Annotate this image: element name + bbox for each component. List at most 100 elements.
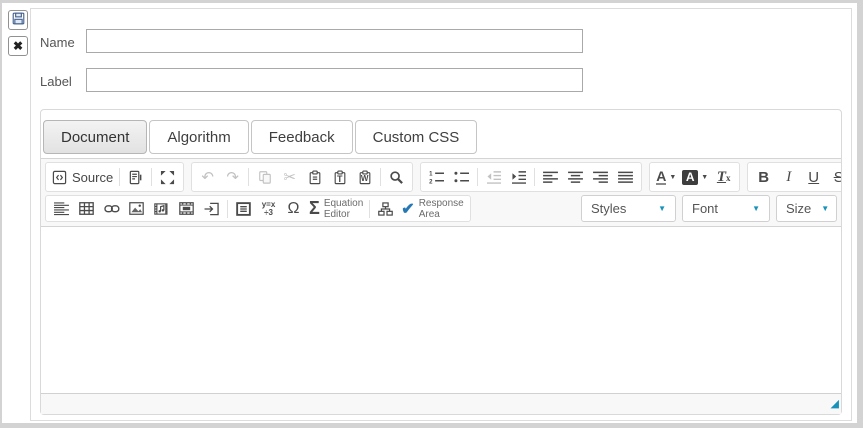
decrease-indent-icon bbox=[486, 170, 502, 184]
omega-icon: Ω bbox=[288, 200, 300, 218]
tab-bar: Document Algorithm Feedback Custom CSS bbox=[41, 110, 841, 158]
maximize-icon bbox=[160, 170, 175, 185]
label-input[interactable] bbox=[86, 68, 583, 92]
justify-button[interactable] bbox=[613, 165, 638, 189]
align-center-button[interactable] bbox=[563, 165, 588, 189]
toolbar-separator bbox=[227, 200, 228, 218]
redo-button[interactable]: ↷ bbox=[220, 165, 245, 189]
toolbar-separator bbox=[369, 200, 370, 218]
background-color-button[interactable]: A ▼ bbox=[679, 165, 711, 189]
copy-button[interactable] bbox=[252, 165, 277, 189]
link-icon bbox=[104, 204, 120, 214]
bulleted-list-icon bbox=[454, 170, 470, 184]
undo-button[interactable]: ↶ bbox=[195, 165, 220, 189]
image-button[interactable] bbox=[124, 197, 149, 221]
font-combo-label: Font bbox=[692, 201, 718, 216]
text-color-icon: A bbox=[656, 170, 666, 185]
sitemap-button[interactable] bbox=[373, 197, 398, 221]
horizontal-line-button[interactable] bbox=[49, 197, 74, 221]
strikethrough-button[interactable]: S bbox=[826, 165, 841, 189]
name-input[interactable] bbox=[86, 29, 583, 53]
iframe-icon bbox=[204, 202, 220, 216]
video-button[interactable] bbox=[174, 197, 199, 221]
copy-icon bbox=[258, 170, 272, 184]
styles-combo[interactable]: Styles ▼ bbox=[581, 195, 676, 222]
simple-equation-icon: y=x ÷3 bbox=[262, 201, 276, 217]
simple-equation-button[interactable]: y=x ÷3 bbox=[256, 197, 281, 221]
toolbar-group-colors: A ▼ A ▼ Tx bbox=[649, 162, 740, 192]
tab-document[interactable]: Document bbox=[43, 120, 147, 154]
decrease-indent-button[interactable] bbox=[481, 165, 506, 189]
name-field-label: Name bbox=[40, 35, 75, 50]
chevron-down-icon: ▼ bbox=[752, 204, 760, 213]
increase-indent-icon bbox=[511, 170, 527, 184]
size-combo-label: Size bbox=[786, 201, 811, 216]
paste-icon bbox=[308, 170, 322, 185]
rich-text-editor: Source bbox=[41, 158, 841, 414]
paste-button[interactable] bbox=[302, 165, 327, 189]
editor-status-bar: ◢ bbox=[41, 393, 841, 414]
text-block-button[interactable] bbox=[231, 197, 256, 221]
align-right-button[interactable] bbox=[588, 165, 613, 189]
editor-content-area[interactable] bbox=[41, 226, 841, 393]
resize-handle-icon[interactable]: ◢ bbox=[831, 399, 839, 410]
video-icon bbox=[179, 202, 194, 215]
link-icon-button[interactable] bbox=[99, 197, 124, 221]
justify-icon bbox=[618, 171, 633, 184]
toolbar-separator bbox=[477, 168, 478, 186]
chevron-down-icon: ▼ bbox=[658, 204, 666, 213]
source-button[interactable]: Source bbox=[49, 165, 116, 189]
toolbar-group-basicstyles: B I U S x₂ x² bbox=[747, 162, 841, 192]
size-combo[interactable]: Size ▼ bbox=[776, 195, 837, 222]
response-area-label: Response Area bbox=[419, 198, 464, 220]
toolbar-separator bbox=[534, 168, 535, 186]
bold-button[interactable]: B bbox=[751, 165, 776, 189]
svg-text:1: 1 bbox=[429, 172, 433, 178]
increase-indent-button[interactable] bbox=[506, 165, 531, 189]
redo-icon: ↷ bbox=[226, 170, 239, 185]
align-right-icon bbox=[593, 171, 608, 184]
remove-format-button[interactable]: Tx bbox=[711, 165, 736, 189]
special-character-button[interactable]: Ω bbox=[281, 197, 306, 221]
tab-custom-css[interactable]: Custom CSS bbox=[355, 120, 478, 154]
font-combo[interactable]: Font ▼ bbox=[682, 195, 770, 222]
text-color-button[interactable]: A ▼ bbox=[653, 165, 679, 189]
audio-media-icon bbox=[154, 202, 170, 216]
tab-feedback[interactable]: Feedback bbox=[251, 120, 353, 154]
audio-media-button[interactable] bbox=[149, 197, 174, 221]
toolbar-row-1: Source bbox=[45, 162, 837, 192]
toolbar-group-paragraph: 12 bbox=[420, 162, 642, 192]
italic-button[interactable]: I bbox=[776, 165, 801, 189]
paste-from-word-icon: W bbox=[358, 170, 372, 185]
align-left-button[interactable] bbox=[538, 165, 563, 189]
underline-button[interactable]: U bbox=[801, 165, 826, 189]
table-button[interactable] bbox=[74, 197, 99, 221]
close-button[interactable]: ✖ bbox=[8, 36, 28, 56]
cut-button[interactable]: ✂ bbox=[277, 165, 302, 189]
paste-plain-text-button[interactable]: T bbox=[327, 165, 352, 189]
response-area-button[interactable]: ✔ Response Area bbox=[398, 197, 466, 221]
toolbar-row-2: y=x ÷3 Ω Σ Equation bbox=[45, 195, 837, 222]
tab-algorithm[interactable]: Algorithm bbox=[149, 120, 248, 154]
equation-editor-label: Equation Editor bbox=[324, 198, 363, 220]
check-icon: ✔ bbox=[401, 199, 414, 219]
maximize-button[interactable] bbox=[155, 165, 180, 189]
iframe-button[interactable] bbox=[199, 197, 224, 221]
editor-toolbar: Source bbox=[41, 159, 841, 226]
toolbar-separator bbox=[119, 168, 120, 186]
chevron-down-icon: ▼ bbox=[669, 174, 676, 181]
equation-editor-button[interactable]: Σ Equation Editor bbox=[306, 197, 366, 221]
remove-format-icon: Tx bbox=[717, 169, 731, 186]
text-block-icon bbox=[236, 202, 251, 216]
numbered-list-button[interactable]: 12 bbox=[424, 165, 449, 189]
table-icon bbox=[79, 202, 94, 215]
paste-from-word-button[interactable]: W bbox=[352, 165, 377, 189]
save-button[interactable] bbox=[8, 10, 28, 30]
templates-button[interactable] bbox=[123, 165, 148, 189]
toolbar-group-clipboard: ↶ ↷ ✂ bbox=[191, 162, 413, 192]
chevron-down-icon: ▼ bbox=[821, 204, 829, 213]
editor-tabs-widget: Document Algorithm Feedback Custom CSS bbox=[40, 109, 842, 415]
cut-icon: ✂ bbox=[283, 170, 296, 185]
bulleted-list-button[interactable] bbox=[449, 165, 474, 189]
find-button[interactable] bbox=[384, 165, 409, 189]
